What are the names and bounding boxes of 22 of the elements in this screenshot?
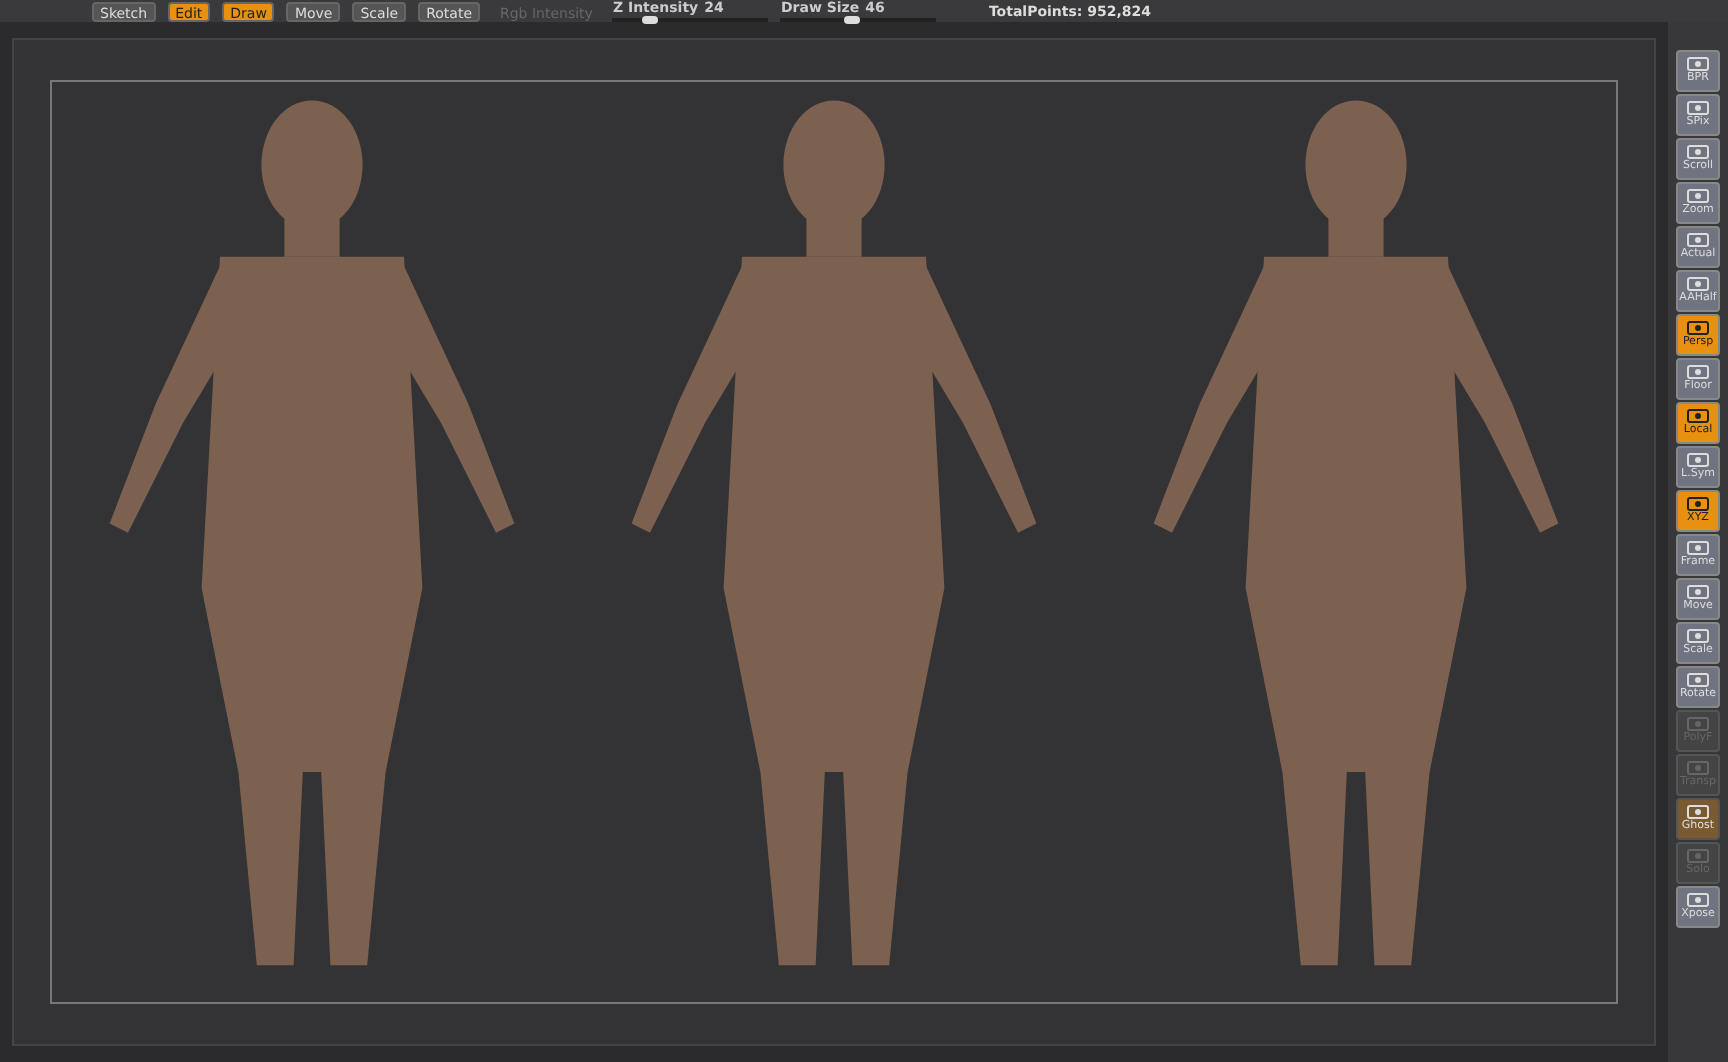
tool-icon	[1686, 100, 1710, 116]
tool-icon	[1686, 672, 1710, 688]
tool-icon	[1686, 496, 1710, 512]
tool-icon	[1686, 232, 1710, 248]
tool-icon	[1686, 188, 1710, 204]
tool-icon	[1686, 320, 1710, 336]
tool-icon	[1686, 540, 1710, 556]
slider-thumb[interactable]	[844, 16, 861, 24]
tool-icon	[1686, 408, 1710, 424]
tool-icon	[1686, 276, 1710, 292]
tool-icon	[1686, 584, 1710, 600]
tool-icon	[1686, 892, 1710, 908]
tool-icon	[1686, 628, 1710, 644]
tool-icon	[1686, 364, 1710, 380]
tool-icon	[1686, 804, 1710, 820]
tool-icon	[1686, 848, 1710, 864]
tool-icon	[1686, 716, 1710, 732]
tool-icon	[1686, 760, 1710, 776]
tool-icon	[1686, 56, 1710, 72]
tool-icon	[1686, 144, 1710, 160]
tool-icon	[1686, 452, 1710, 468]
slider-thumb[interactable]	[642, 16, 659, 24]
